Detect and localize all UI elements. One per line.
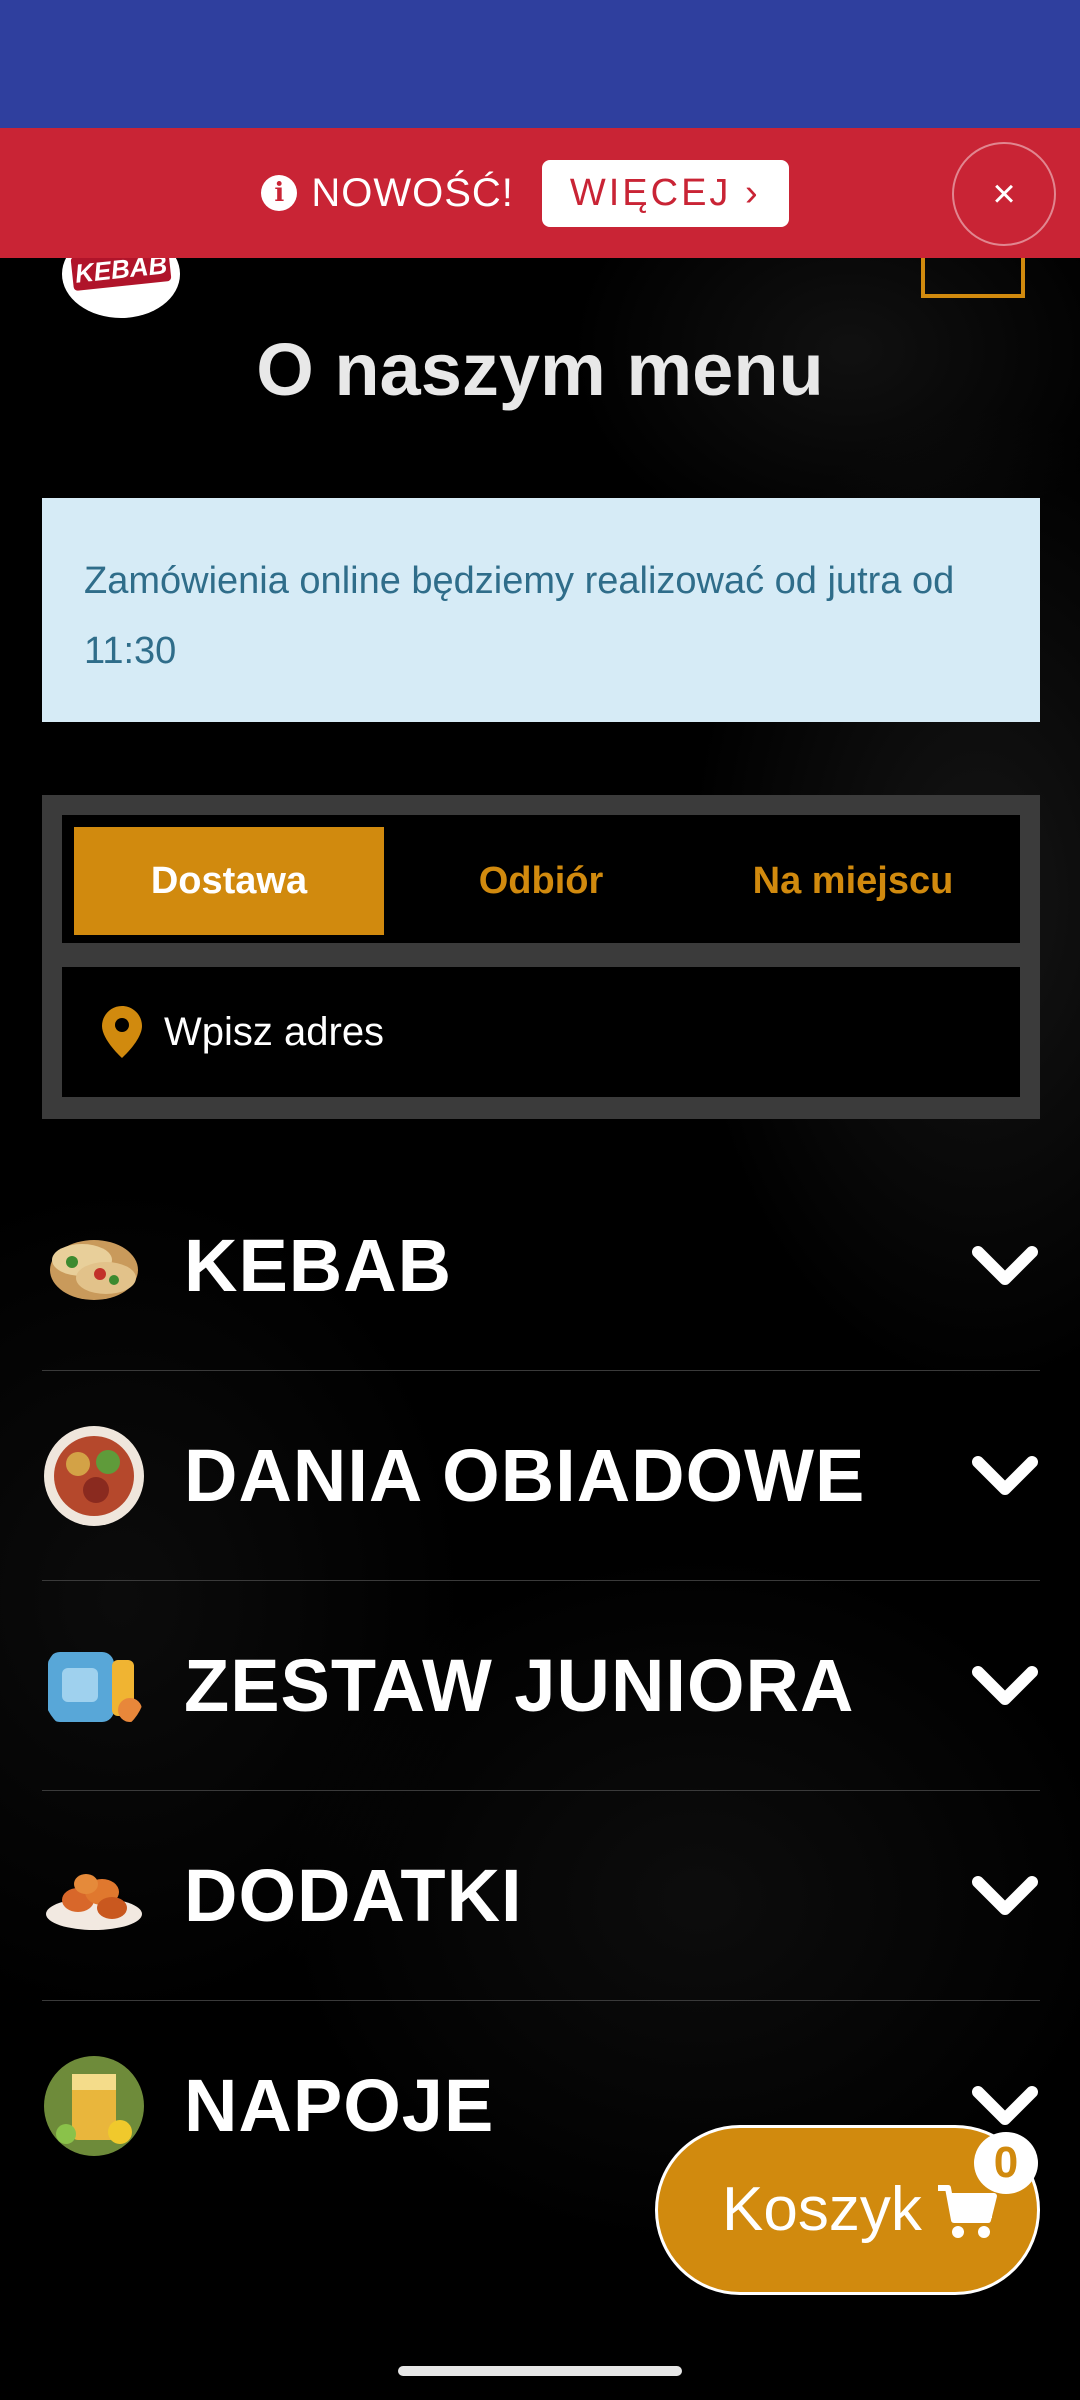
cart-icon <box>938 2185 997 2238</box>
category-junior-set[interactable]: ZESTAW JUNIORA <box>42 1582 1040 1791</box>
drink-icon <box>44 2056 144 2156</box>
chevron-down-icon <box>972 1666 1038 1705</box>
category-dinner[interactable]: DANIA OBIADOWE <box>42 1372 1040 1581</box>
tab-pickup[interactable]: Odbiór <box>386 827 696 935</box>
kids-set-icon <box>48 1652 142 1722</box>
navigation-bar <box>0 2336 1080 2400</box>
info-icon: i <box>261 175 298 211</box>
cart-label: Koszyk <box>722 2175 922 2244</box>
category-label: DANIA OBIADOWE <box>184 1434 866 1517</box>
address-placeholder: Wpisz adres <box>164 1009 385 1054</box>
more-button[interactable]: WIĘCEJ › <box>541 159 789 227</box>
notice-box: Zamówienia online będziemy realizować od… <box>42 498 1040 722</box>
home-indicator[interactable] <box>398 2366 682 2376</box>
address-input[interactable]: Wpisz adres <box>62 967 1020 1097</box>
chevron-down-icon <box>972 1246 1038 1285</box>
order-type-panel: Dostawa Odbiór Na miejscu Wpisz adres <box>42 795 1040 1119</box>
nuggets-icon <box>46 1874 142 1930</box>
promo-label: NOWOŚĆ! <box>311 170 514 215</box>
category-label: ZESTAW JUNIORA <box>184 1644 855 1727</box>
cart-button[interactable]: Koszyk 0 <box>655 2125 1040 2295</box>
category-extras[interactable]: DODATKI <box>42 1792 1040 2001</box>
tab-delivery[interactable]: Dostawa <box>74 827 384 935</box>
map-pin-icon <box>102 1006 142 1058</box>
category-kebab[interactable]: KEBAB <box>42 1162 1040 1371</box>
cart-count-badge: 0 <box>974 2132 1038 2194</box>
dinner-plate-icon <box>44 1426 144 1526</box>
chevron-down-icon <box>972 2086 1038 2125</box>
notice-text: Zamówienia online będziemy realizować od… <box>84 560 955 672</box>
order-tabs: Dostawa Odbiór Na miejscu <box>62 815 1020 943</box>
chevron-down-icon <box>972 1456 1038 1495</box>
tab-dine-in[interactable]: Na miejscu <box>698 827 1008 935</box>
category-label: KEBAB <box>184 1224 453 1307</box>
status-bar <box>0 0 1080 128</box>
kebab-icon <box>50 1240 138 1300</box>
category-label: NAPOJE <box>184 2064 495 2147</box>
page-title: O naszym menu <box>256 328 824 411</box>
category-label: DODATKI <box>184 1854 523 1937</box>
close-icon[interactable]: × <box>952 142 1056 246</box>
promo-banner: i NOWOŚĆ! WIĘCEJ › × <box>0 128 1080 258</box>
chevron-down-icon <box>972 1876 1038 1915</box>
